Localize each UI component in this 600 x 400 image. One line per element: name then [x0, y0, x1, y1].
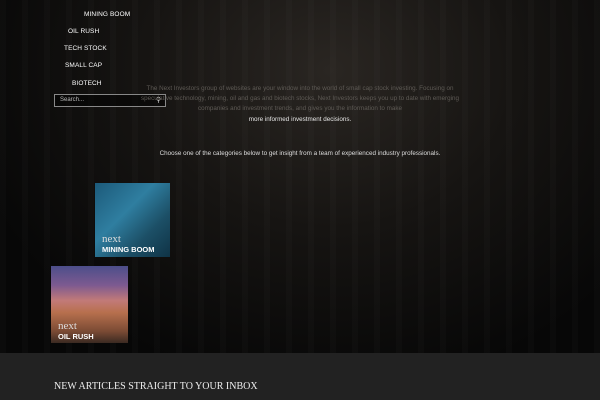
choose-category-text: Choose one of the categories below to ge… — [159, 150, 441, 157]
tile-title: OIL RUSH — [58, 332, 94, 341]
intro-highlight: more informed investment decisions. — [248, 115, 352, 123]
nav-small-cap[interactable]: SMALL CAP — [65, 62, 102, 69]
nav-biotech[interactable]: BIOTECH — [72, 80, 102, 87]
nav-tech-stock[interactable]: TECH STOCK — [64, 45, 107, 52]
tile-brand: next — [102, 233, 121, 245]
intro-body: The Next Investors group of websites are… — [140, 85, 460, 113]
newsletter-section: NEW ARTICLES STRAIGHT TO YOUR INBOX — [0, 353, 600, 400]
nav-mining-boom[interactable]: MINING BOOM — [84, 11, 130, 18]
tile-brand: next — [58, 320, 77, 332]
newsletter-heading: NEW ARTICLES STRAIGHT TO YOUR INBOX — [54, 381, 258, 392]
oil-rush-tile[interactable]: next OIL RUSH — [51, 266, 128, 343]
nav-oil-rush[interactable]: OIL RUSH — [68, 28, 99, 35]
search-placeholder: Search... — [60, 97, 85, 103]
tile-title: MINING BOOM — [102, 245, 155, 254]
intro-text: The Next Investors group of websites are… — [135, 84, 465, 125]
mining-boom-tile[interactable]: next MINING BOOM — [95, 183, 170, 257]
